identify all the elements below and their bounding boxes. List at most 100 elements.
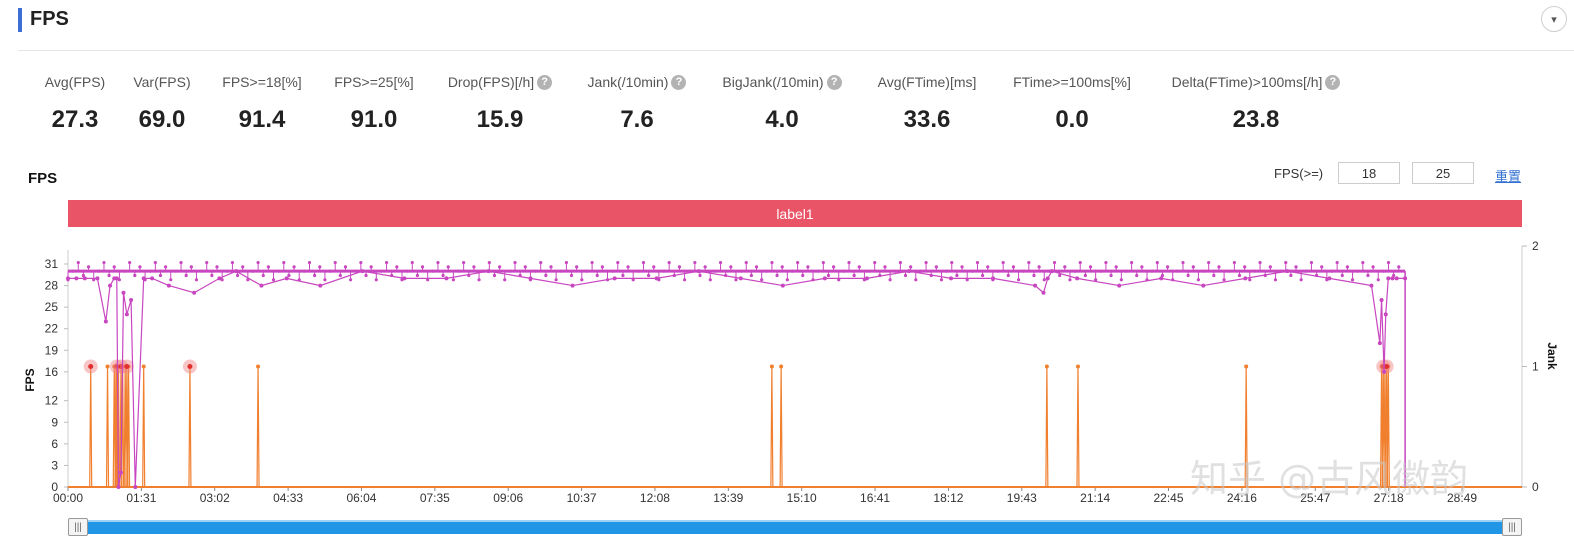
- x-tick-label: 18:12: [933, 491, 963, 505]
- fps-jitter-point: [230, 260, 235, 265]
- fps-jitter-point: [1207, 260, 1211, 265]
- fps-jitter-point: [441, 273, 445, 278]
- fps-jitter-point: [539, 260, 543, 265]
- fps-point: [1377, 341, 1382, 346]
- fps-jitter-point: [277, 269, 281, 273]
- jank-point: [779, 364, 784, 369]
- fps-jitter-point: [1335, 260, 1339, 265]
- jank-spike: [188, 366, 192, 488]
- fps-jitter-point: [241, 265, 245, 269]
- fps-point: [1285, 269, 1290, 274]
- fps-jitter-point: [713, 269, 718, 273]
- fps-jitter-point: [867, 269, 872, 273]
- fps-jitter-point: [883, 265, 887, 269]
- zoom-handle-left[interactable]: |||: [68, 518, 88, 536]
- fps-jitter-point: [199, 269, 204, 273]
- fps-point: [1382, 369, 1387, 374]
- fps-jitter-point: [179, 260, 183, 265]
- y-tick-label: 12: [45, 394, 59, 408]
- y2-axis-title: Jank: [1545, 342, 1559, 370]
- fps-jitter-point: [796, 260, 800, 265]
- fps-jitter-point: [1063, 265, 1067, 269]
- fps-jitter-point: [636, 269, 640, 273]
- zoom-handle-right[interactable]: |||: [1502, 518, 1522, 536]
- fps-jitter-point: [333, 260, 337, 265]
- fps-jitter-point: [955, 273, 959, 278]
- fps-jitter-point: [590, 260, 594, 265]
- y-tick-label: 16: [45, 365, 59, 379]
- fps-jitter-point: [1237, 273, 1242, 278]
- x-tick-label: 04:33: [273, 491, 303, 505]
- fps-jitter-point: [980, 273, 985, 278]
- fps-point: [118, 470, 123, 475]
- fps-jitter-point: [693, 260, 697, 265]
- x-tick-label: 21:14: [1080, 491, 1110, 505]
- fps-jitter-point: [1356, 269, 1360, 273]
- jank-highlight-core: [88, 364, 94, 369]
- jank-point: [1244, 364, 1249, 369]
- fps-jitter-point: [739, 269, 743, 273]
- fps-jitter-point: [405, 269, 409, 273]
- fps-jitter-point: [492, 273, 497, 278]
- fps-jitter-point: [852, 273, 856, 278]
- fps-jitter-point: [1140, 265, 1144, 269]
- fps-jitter-point: [1222, 278, 1226, 282]
- jank-point: [1044, 364, 1049, 369]
- fps-jitter-point: [760, 278, 764, 282]
- fps-point: [1327, 276, 1332, 281]
- y-tick-label: 9: [51, 415, 58, 429]
- fps-jitter-point: [1386, 260, 1391, 265]
- fps-jitter-point: [585, 269, 589, 273]
- fps-jitter-point: [1320, 265, 1324, 269]
- fps-jitter-point: [1299, 278, 1303, 282]
- jank-spike: [126, 366, 131, 488]
- fps-jitter-point: [698, 273, 702, 278]
- x-tick-label: 01:31: [126, 491, 156, 505]
- fps-jitter-point: [215, 265, 219, 269]
- fps-jitter-point: [533, 269, 538, 273]
- fps-point: [192, 290, 197, 295]
- fps-jitter-point: [703, 265, 707, 269]
- jank-spike: [142, 366, 146, 488]
- fps-jitter-point: [1227, 269, 1231, 273]
- fps-jitter-point: [1027, 260, 1031, 265]
- zoom-scrollbar[interactable]: [68, 520, 1522, 534]
- jank-spike: [256, 366, 260, 488]
- fps-jitter-point: [1361, 260, 1365, 265]
- fps-jitter-point: [1196, 278, 1201, 282]
- fps-point: [150, 276, 155, 281]
- fps-point: [1041, 290, 1046, 295]
- fps-jitter-point: [898, 260, 902, 265]
- fps-jitter-point: [1150, 269, 1154, 273]
- fps-jitter-point: [611, 269, 615, 273]
- fps-jitter-point: [1022, 269, 1026, 273]
- fps-jitter-point: [1104, 260, 1108, 265]
- fps-jitter-point: [1350, 278, 1355, 282]
- fps-jitter-point: [775, 273, 779, 278]
- fps-jitter-point: [1397, 265, 1401, 269]
- fps-jitter-point: [1114, 265, 1118, 269]
- jank-spike: [770, 366, 774, 488]
- fps-jitter-point: [271, 278, 276, 282]
- fps-point: [486, 269, 491, 274]
- jank-spike: [1045, 366, 1049, 488]
- fps-jitter-point: [554, 278, 558, 282]
- fps-jitter-point: [472, 265, 476, 269]
- fps-point: [1369, 283, 1374, 288]
- fps-point: [822, 276, 827, 281]
- fps-jitter-point: [508, 269, 512, 273]
- fps-jitter-point: [831, 265, 836, 269]
- fps-jitter-point: [1186, 273, 1190, 278]
- fps-jitter-point: [1088, 265, 1093, 269]
- fps-jitter-point: [1006, 273, 1010, 278]
- fps-point: [991, 276, 996, 281]
- fps-jitter-point: [569, 273, 574, 278]
- fps-point: [133, 485, 138, 489]
- jank-highlight-core: [187, 364, 193, 369]
- fps-point: [780, 283, 785, 288]
- fps-jitter-point: [549, 265, 553, 269]
- fps-point: [1243, 276, 1248, 281]
- fps-jitter-point: [1330, 269, 1334, 273]
- fps-jitter-point: [544, 273, 548, 278]
- fps-jitter-point: [1268, 265, 1272, 269]
